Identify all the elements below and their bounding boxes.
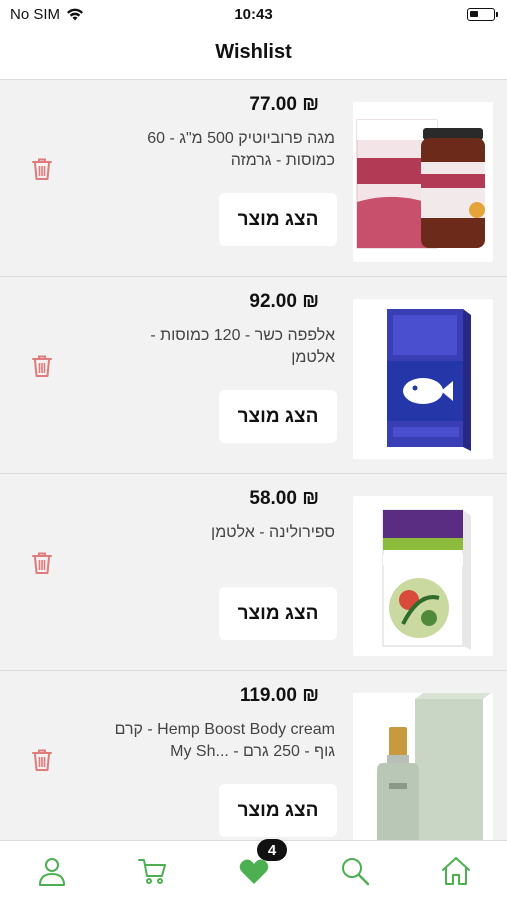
show-product-button[interactable]: הצג מוצר	[219, 784, 337, 837]
trash-icon[interactable]	[31, 748, 53, 772]
wishlist-count-badge: 4	[257, 839, 287, 861]
status-bar: No SIM 10:43	[0, 0, 507, 28]
show-product-button[interactable]: הצג מוצר	[219, 193, 337, 246]
body-cream-bottle-product-image	[377, 693, 491, 840]
profile-icon[interactable]	[36, 855, 68, 887]
wishlist-item: ₪ 58.00 ספירולינה - אלטמן הצג מוצר	[0, 474, 507, 671]
nav-header: Wishlist	[0, 28, 507, 80]
product-image[interactable]	[353, 102, 493, 262]
product-image[interactable]	[353, 496, 493, 656]
wishlist-item: ₪ 92.00 אלפפה כשר - 120 כמוסות - אלטמן ה…	[0, 277, 507, 474]
trash-icon[interactable]	[31, 551, 53, 575]
tab-bar: 4	[0, 839, 507, 900]
trash-icon[interactable]	[31, 157, 53, 181]
clock: 10:43	[234, 6, 273, 23]
show-product-button[interactable]: הצג מוצר	[219, 587, 337, 640]
probiotic-jar-product-image	[356, 119, 485, 249]
show-product-button[interactable]: הצג מוצר	[219, 390, 337, 443]
product-image[interactable]	[353, 693, 493, 840]
trash-icon[interactable]	[31, 354, 53, 378]
product-price: ₪ 77.00	[249, 94, 319, 115]
battery-icon	[467, 8, 498, 21]
product-image[interactable]	[353, 299, 493, 459]
product-name: ספירולינה - אלטמן	[211, 524, 335, 541]
spirulina-box-product-image	[382, 509, 471, 650]
search-icon[interactable]	[339, 855, 371, 887]
wishlist-item: ₪ 119.00 Hemp Boost Body cream - קרם גוף…	[0, 671, 507, 840]
product-price: ₪ 58.00	[249, 488, 319, 509]
product-price: ₪ 92.00	[249, 291, 319, 312]
wishlist-list[interactable]: ₪ 77.00 מגה פרוביוטיק 500 מ"ג - 60 כמוסו…	[0, 80, 507, 840]
product-price: ₪ 119.00	[239, 685, 319, 706]
alfapa-box-product-image	[387, 309, 471, 451]
product-name: מגה פרוביוטיק 500 מ"ג - 60 כמוסות - גרמז…	[147, 130, 335, 169]
page-title: Wishlist	[215, 41, 292, 63]
cart-icon[interactable]	[136, 855, 168, 887]
product-name: Hemp Boost Body cream - קרם גוף - 250 גר…	[114, 721, 335, 760]
wishlist-item: ₪ 77.00 מגה פרוביוטיק 500 מ"ג - 60 כמוסו…	[0, 80, 507, 277]
product-name: אלפפה כשר - 120 כמוסות - אלטמן	[150, 327, 335, 366]
home-icon[interactable]	[440, 855, 472, 887]
